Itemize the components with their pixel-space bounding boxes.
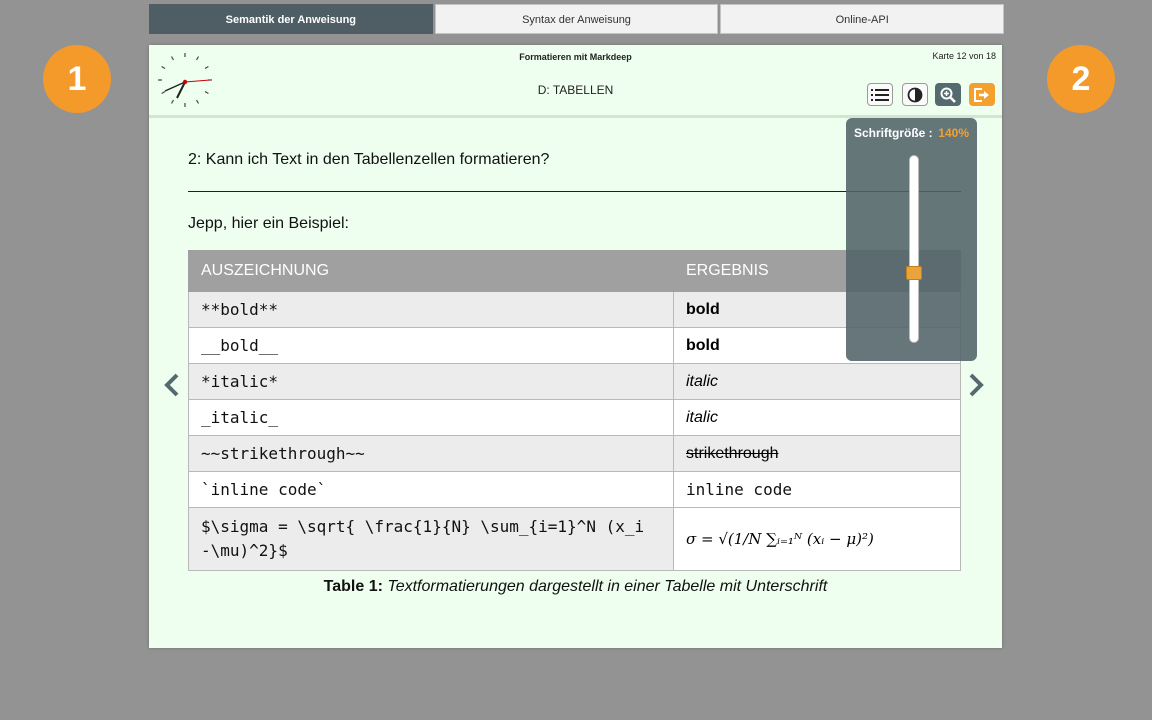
card-title: Formatieren mit Markdeep [519,52,632,62]
table-row: ~~strikethrough~~ strikethrough [188,435,961,472]
tab-semantik[interactable]: Semantik der Anweisung [149,4,433,34]
markup-cell: _italic_ [188,399,674,436]
markup-cell: `inline code` [188,471,674,508]
tab-bar: Semantik der Anweisung Syntax der Anweis… [149,4,1005,34]
tab-online-api[interactable]: Online-API [720,4,1005,34]
contrast-icon [907,87,923,102]
card-header: Formatieren mit Markdeep Karte 12 von 18… [149,45,1002,118]
markup-cell: *italic* [188,363,674,400]
table-row: **bold** bold [188,291,961,328]
result-cell: italic [673,399,961,436]
column-header-markup: AUSZEICHNUNG [188,250,674,292]
font-size-label: Schriftgröße : [854,126,933,140]
table-caption: Table 1: Textformatierungen dargestellt … [149,578,1002,596]
result-cell: strikethrough [673,435,961,472]
markup-cell: $\sigma = \sqrt{ \frac{1}{N} \sum_{i=1}^… [188,507,674,571]
table-row: $\sigma = \sqrt{ \frac{1}{N} \sum_{i=1}^… [188,507,961,571]
caption-label: Table 1: [323,578,383,595]
markup-cell: **bold** [188,291,674,328]
answer-text: Jepp, hier ein Beispiel: [188,215,349,232]
font-size-panel: Schriftgröße : 140% [846,118,977,361]
exit-icon [974,87,989,102]
table-row: *italic* italic [188,363,961,400]
table-row: `inline code` inline code [188,471,961,508]
chevron-left-icon[interactable] [162,372,182,398]
zoom-icon [940,87,956,103]
step-badge-2: 2 [1047,45,1115,113]
chevron-right-icon[interactable] [966,372,986,398]
font-size-slider-track[interactable] [909,155,919,343]
zoom-button[interactable] [935,83,961,106]
markup-line-1: $\sigma = \sqrt{ \frac{1}{N} \sum_{i=1}^… [201,517,645,536]
table-row: _italic_ italic [188,399,961,436]
markup-cell: ~~strikethrough~~ [188,435,674,472]
list-button[interactable] [867,83,893,106]
table-header-row: AUSZEICHNUNG ERGEBNIS [188,250,961,292]
step-badge-1: 1 [43,45,111,113]
result-cell: inline code [673,471,961,508]
caption-text: Textformatierungen dargestellt in einer … [387,578,828,595]
question-text: 2: Kann ich Text in den Tabellenzellen f… [188,151,550,168]
font-size-slider-thumb[interactable] [906,266,922,281]
list-icon [871,88,889,101]
card-counter: Karte 12 von 18 [932,51,996,61]
result-cell: italic [673,363,961,400]
markup-cell: __bold__ [188,327,674,364]
exit-button[interactable] [969,83,995,106]
table-row: __bold__ bold [188,327,961,364]
result-cell: σ = √(1/N ∑ᵢ₌₁ᴺ (xᵢ − μ)²) [673,507,961,571]
markup-line-2: -\mu)^2}$ [201,541,288,560]
tab-syntax[interactable]: Syntax der Anweisung [434,4,719,34]
formula-render: σ = √(1/N ∑ᵢ₌₁ᴺ (xᵢ − μ)²) [686,529,874,548]
contrast-button[interactable] [902,83,928,106]
font-size-value: 140% [938,126,969,140]
